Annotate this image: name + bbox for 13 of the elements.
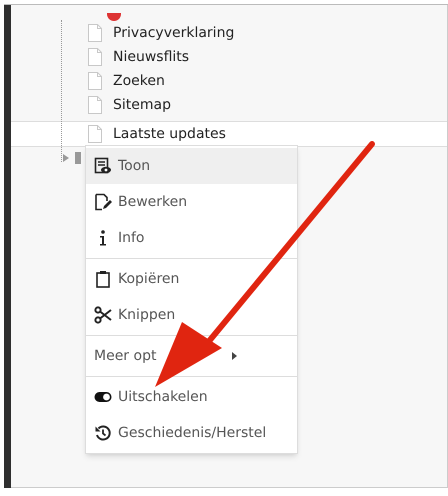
tree-item[interactable]: Nieuwsflits [11, 45, 447, 69]
menu-item[interactable]: Info [86, 220, 297, 256]
menu-item[interactable]: Toon [86, 148, 297, 184]
tree-item[interactable]: Sitemap [11, 93, 447, 117]
menu-item[interactable]: Uitschakelen [86, 379, 297, 415]
menu-item[interactable]: Kopiëren [86, 261, 297, 297]
menu-item[interactable]: Meer opt [86, 338, 297, 374]
tree-item[interactable]: Privacyverklaring [11, 21, 447, 45]
tree-item[interactable]: Zoeken [11, 69, 447, 93]
menu-item[interactable]: Geschiedenis/Herstel [86, 415, 297, 451]
menu-item[interactable]: Knippen [86, 297, 297, 333]
tree-item[interactable]: Laatste updates [11, 121, 447, 147]
menu-item[interactable]: Bewerken [86, 184, 297, 220]
